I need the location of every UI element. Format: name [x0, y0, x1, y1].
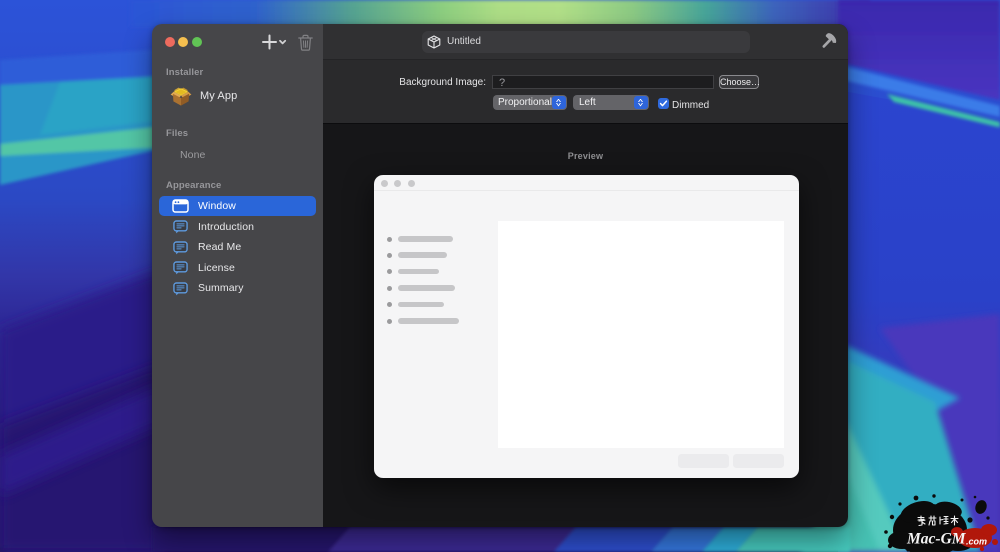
svg-text:Mac-GM: Mac-GM	[906, 531, 967, 548]
svg-text:.com: .com	[966, 537, 987, 547]
